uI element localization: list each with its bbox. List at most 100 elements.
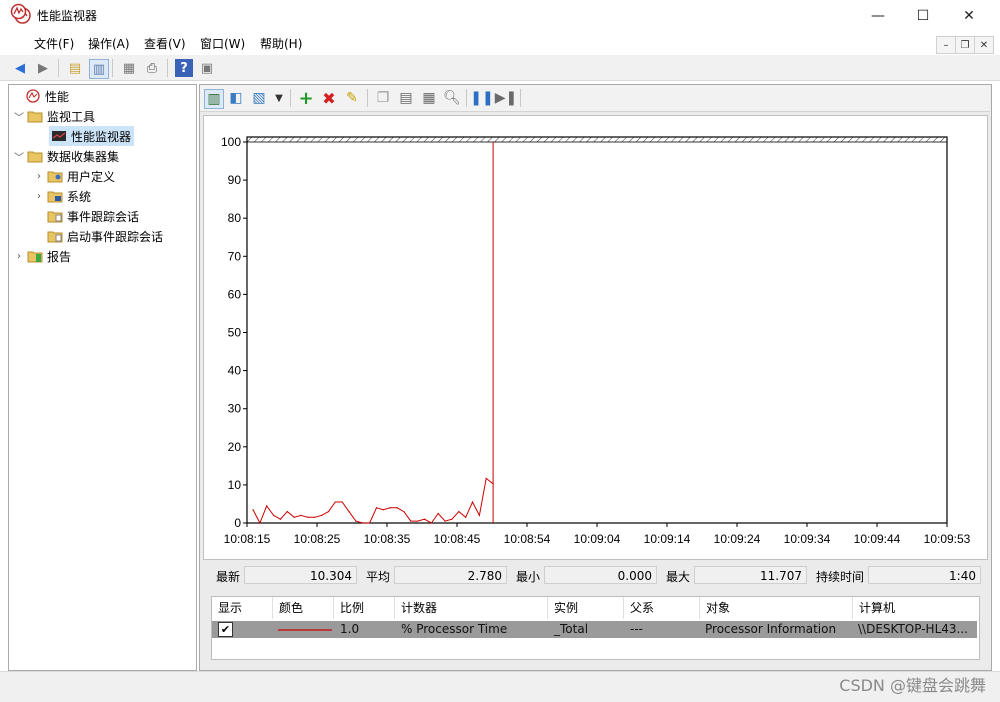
view-log-data-icon[interactable]: ◧ — [227, 89, 245, 107]
tree-item-performance-monitor[interactable]: 性能监视器 — [49, 126, 135, 146]
data-point — [259, 522, 261, 524]
data-point — [252, 509, 254, 511]
y-tick-label: 30 — [228, 402, 242, 416]
column-header-scale[interactable]: 比例 — [334, 597, 395, 619]
toolbar-separator — [367, 89, 368, 107]
chevron-down-icon[interactable]: ﹀ — [13, 109, 25, 124]
tree-item-label: 数据收集器集 — [47, 149, 120, 164]
y-tick-label: 0 — [234, 516, 241, 530]
tree-item-startup-event-trace-sessions[interactable]: 启动事件跟踪会话 — [45, 226, 163, 246]
cell-computer: \\DESKTOP-HL43... — [858, 622, 968, 636]
data-point — [430, 522, 432, 524]
chevron-down-icon[interactable]: ▼ — [270, 89, 288, 107]
tree-item-label: 报告 — [47, 249, 72, 264]
folder-icon — [27, 111, 43, 123]
toolbar-separator — [466, 89, 467, 107]
duration-value: 1:40 — [868, 566, 981, 584]
data-point — [485, 477, 487, 480]
data-point — [369, 522, 371, 524]
tree-item-user-defined[interactable]: › 用户定义 — [33, 166, 115, 186]
monitor-chart-icon — [52, 131, 66, 141]
data-point — [286, 510, 288, 513]
export-list-icon[interactable]: ▦ — [120, 59, 138, 77]
help-icon[interactable]: ? — [175, 59, 193, 77]
view-current-activity-icon[interactable]: ▥ — [204, 89, 224, 109]
chevron-right-icon[interactable]: › — [33, 171, 45, 182]
highlight-icon[interactable]: ✎ — [343, 89, 361, 107]
forward-arrow-icon[interactable]: ▶ — [34, 59, 52, 77]
tree-item-event-trace-sessions[interactable]: 事件跟踪会话 — [45, 206, 139, 226]
perf-menu-icon[interactable] — [10, 3, 27, 20]
menu-action[interactable]: 操作(A) — [88, 35, 130, 52]
toolbar-separator — [520, 89, 521, 107]
paste-counter-list-icon[interactable]: ▤ — [397, 89, 415, 107]
column-header-instance[interactable]: 实例 — [548, 597, 624, 619]
folder-trace-icon — [47, 211, 63, 223]
mdi-restore-button[interactable]: ❐ — [955, 36, 975, 54]
minimum-label: 最小 — [516, 570, 541, 584]
menu-window[interactable]: 窗口(W) — [200, 35, 245, 52]
menu-view[interactable]: 查看(V) — [144, 35, 186, 52]
data-point — [423, 518, 426, 520]
menu-file[interactable]: 文件(F) — [34, 35, 74, 52]
data-point — [341, 501, 343, 503]
chevron-right-icon[interactable]: › — [13, 251, 25, 262]
data-point — [355, 520, 357, 522]
x-tick-label: 10:09:14 — [644, 532, 691, 546]
close-button[interactable]: ✕ — [946, 0, 992, 31]
print-icon[interactable]: ⎙ — [143, 59, 161, 77]
data-point — [375, 507, 378, 509]
up-folder-icon[interactable]: ▤ — [66, 59, 84, 77]
zoom-icon[interactable]: 🔍︎ — [443, 89, 461, 107]
x-tick-label: 10:09:04 — [574, 532, 621, 546]
show-tree-icon[interactable]: ▥ — [89, 59, 109, 79]
column-header-counter[interactable]: 计数器 — [395, 597, 548, 619]
x-tick-label: 10:09:24 — [714, 532, 761, 546]
maximize-button[interactable]: ☐ — [900, 0, 946, 31]
column-header-show[interactable]: 显示 — [212, 597, 273, 619]
data-point — [307, 516, 309, 518]
y-tick-label: 70 — [228, 249, 242, 263]
column-header-object[interactable]: 对象 — [700, 597, 853, 619]
delete-counter-icon[interactable]: ✖ — [320, 89, 338, 108]
freeze-display-icon[interactable]: ❚❚ — [470, 89, 493, 107]
folder-user-icon — [47, 171, 63, 183]
cell-scale: 1.0 — [340, 622, 360, 636]
add-counter-icon[interactable]: + — [297, 88, 315, 109]
mdi-close-button[interactable]: ✕ — [974, 36, 994, 54]
show-checkbox[interactable]: ✔ — [218, 622, 233, 637]
properties-icon[interactable]: ▣ — [198, 59, 216, 77]
column-header-parent[interactable]: 父系 — [624, 597, 700, 619]
properties-icon[interactable]: ▦ — [420, 89, 438, 107]
toolbar-separator — [112, 59, 113, 77]
data-point — [478, 514, 480, 516]
maximum-label: 最大 — [666, 570, 691, 584]
y-tick-label: 20 — [228, 440, 242, 454]
chevron-right-icon[interactable]: › — [33, 191, 45, 202]
x-tick-label: 10:08:25 — [294, 532, 341, 546]
column-header-computer[interactable]: 计算机 — [853, 597, 977, 619]
tree-item-label: 启动事件跟踪会话 — [67, 229, 164, 244]
tree-item-reports[interactable]: › 报告 — [13, 246, 71, 266]
back-arrow-icon[interactable]: ◀ — [11, 59, 29, 77]
change-graph-type-icon[interactable]: ▧ — [250, 89, 268, 107]
mdi-minimize-button[interactable]: – — [936, 36, 956, 54]
tree-item-system[interactable]: › 系统 — [33, 186, 91, 206]
tree-item-data-collector-sets[interactable]: ﹀ 数据收集器集 — [13, 146, 119, 166]
x-tick-label: 10:08:15 — [224, 532, 271, 546]
tree-item-monitoring-tools[interactable]: ﹀ 监视工具 — [13, 106, 95, 126]
toolbar-separator — [167, 59, 168, 77]
data-point — [321, 514, 323, 516]
performance-line-chart[interactable]: 100908070605040302010010:08:15 10:08:25 10… — [203, 115, 986, 558]
update-data-icon[interactable]: ▶❚ — [495, 89, 518, 107]
tree-item-performance[interactable]: 性能 — [11, 86, 69, 106]
copy-properties-icon[interactable]: ❐ — [374, 89, 392, 107]
folder-system-icon — [47, 191, 63, 203]
minimize-button[interactable]: — — [855, 0, 901, 31]
tree-item-label: 性能监视器 — [71, 129, 132, 144]
menu-help[interactable]: 帮助(H) — [260, 35, 302, 52]
data-point — [396, 507, 398, 509]
column-header-color[interactable]: 颜色 — [273, 597, 334, 619]
chevron-down-icon[interactable]: ﹀ — [13, 149, 25, 164]
data-point — [437, 512, 439, 515]
